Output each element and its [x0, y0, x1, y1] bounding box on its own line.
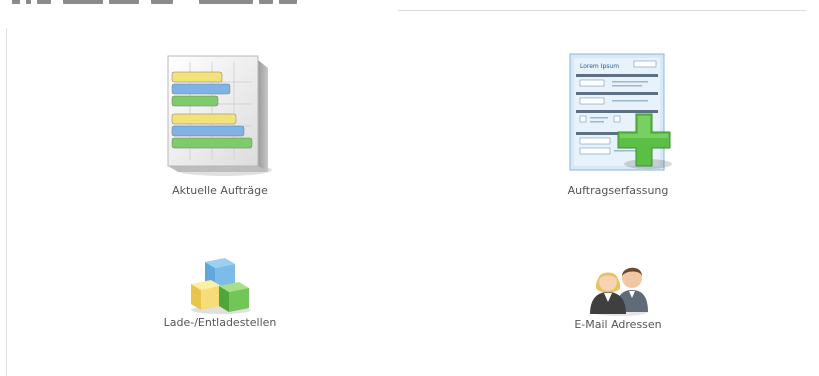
form-add-icon: Lorem Ipsum [569, 53, 672, 171]
tile-order-capture[interactable]: Lorem Ipsum Auftragserfassung [528, 52, 708, 197]
tile-loading-points[interactable]: Lade-/Entladestellen [130, 258, 310, 329]
tile-label: Auftragserfassung [567, 184, 669, 197]
tile-current-orders[interactable]: Aktuelle Aufträge [130, 52, 310, 197]
cubes-icon [191, 258, 251, 314]
bar-chart-icon [167, 55, 272, 176]
left-border [6, 28, 7, 376]
tile-label: Lade-/Entladestellen [163, 316, 277, 329]
tile-label: Aktuelle Aufträge [172, 184, 268, 197]
dashboard-page: Aktuelle Aufträge Lorem Ipsum Auftragser… [0, 0, 819, 376]
tile-label: E-Mail Adressen [574, 318, 662, 331]
form-title: Lorem Ipsum [580, 63, 619, 70]
tile-email-addresses[interactable]: E-Mail Adressen [528, 258, 708, 331]
cutoff-header-text [12, 0, 392, 6]
header-divider [398, 10, 806, 11]
contacts-icon [590, 267, 648, 316]
